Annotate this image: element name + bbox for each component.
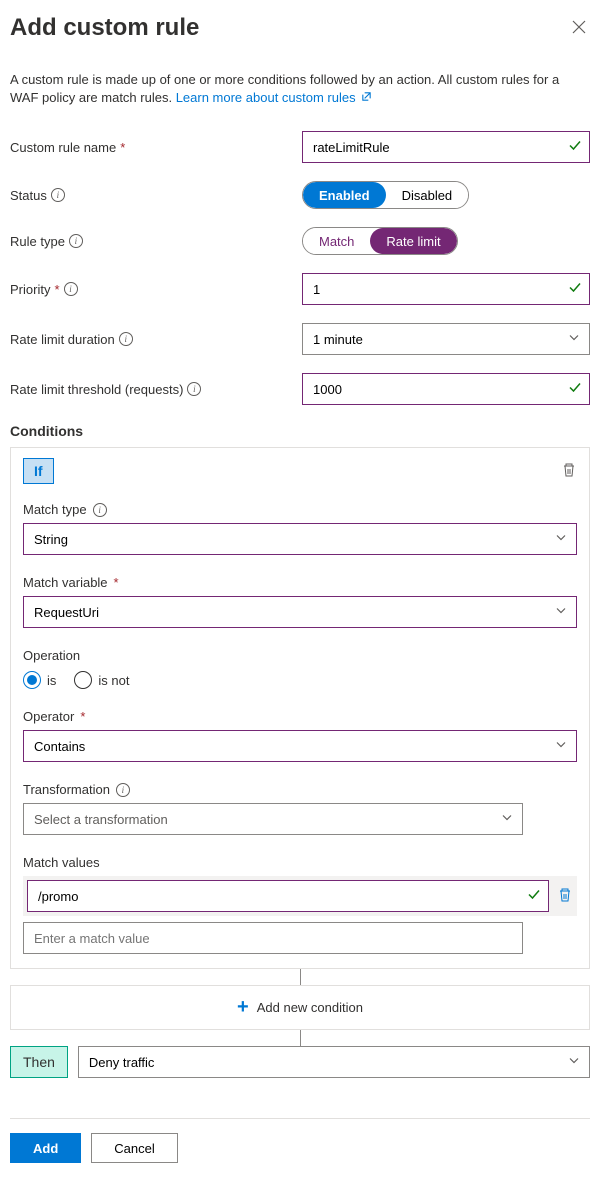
operator-select[interactable]: Contains [23, 730, 577, 762]
match-values-label: Match values [23, 855, 577, 870]
rate-threshold-label: Rate limit threshold (requests) i [10, 382, 302, 397]
custom-rule-name-input[interactable] [302, 131, 590, 163]
cancel-button[interactable]: Cancel [91, 1133, 177, 1163]
add-button[interactable]: Add [10, 1133, 81, 1163]
external-link-icon [361, 89, 372, 107]
condition-block: If Match type i String Match variable * … [10, 447, 590, 969]
conditions-heading: Conditions [10, 423, 590, 439]
priority-input[interactable] [302, 273, 590, 305]
connector-line [10, 969, 590, 985]
delete-condition-icon[interactable] [561, 462, 577, 481]
match-type-select[interactable]: String [23, 523, 577, 555]
rule-type-rate-button[interactable]: Rate limit [370, 228, 456, 254]
rule-type-label: Rule type i [10, 234, 302, 249]
status-disabled-button[interactable]: Disabled [386, 182, 469, 208]
info-icon[interactable]: i [51, 188, 65, 202]
add-condition-button[interactable]: + Add new condition [10, 985, 590, 1030]
info-icon[interactable]: i [119, 332, 133, 346]
match-variable-label: Match variable * [23, 575, 577, 590]
status-label: Status i [10, 188, 302, 203]
close-icon[interactable] [568, 14, 590, 43]
rate-threshold-input[interactable] [302, 373, 590, 405]
rule-type-match-button[interactable]: Match [303, 228, 370, 254]
rule-type-toggle: Match Rate limit [302, 227, 458, 255]
info-icon[interactable]: i [64, 282, 78, 296]
operator-label: Operator * [23, 709, 577, 724]
info-icon[interactable]: i [116, 783, 130, 797]
info-icon[interactable]: i [69, 234, 83, 248]
transformation-select[interactable]: Select a transformation [23, 803, 523, 835]
match-value-input[interactable] [27, 880, 549, 912]
if-tag: If [23, 458, 54, 484]
connector-line [10, 1030, 590, 1046]
operation-label: Operation [23, 648, 577, 663]
custom-rule-name-label: Custom rule name * [10, 140, 302, 155]
operation-is-radio[interactable]: is [23, 671, 56, 689]
rate-duration-select[interactable]: 1 minute [302, 323, 590, 355]
transformation-label: Transformation i [23, 782, 577, 797]
status-toggle: Enabled Disabled [302, 181, 469, 209]
operation-isnot-radio[interactable]: is not [74, 671, 129, 689]
priority-label: Priority * i [10, 282, 302, 297]
plus-icon: + [237, 996, 249, 1019]
info-icon[interactable]: i [93, 503, 107, 517]
then-tag: Then [10, 1046, 68, 1078]
match-value-new-input[interactable] [23, 922, 523, 954]
status-enabled-button[interactable]: Enabled [303, 182, 386, 208]
rate-duration-label: Rate limit duration i [10, 332, 302, 347]
then-action-select[interactable]: Deny traffic [78, 1046, 590, 1078]
match-variable-select[interactable]: RequestUri [23, 596, 577, 628]
info-icon[interactable]: i [187, 382, 201, 396]
learn-more-link[interactable]: Learn more about custom rules [176, 90, 373, 105]
description-text: A custom rule is made up of one or more … [10, 71, 590, 107]
delete-value-icon[interactable] [557, 887, 573, 906]
match-type-label: Match type i [23, 502, 577, 517]
panel-title: Add custom rule [10, 14, 199, 42]
